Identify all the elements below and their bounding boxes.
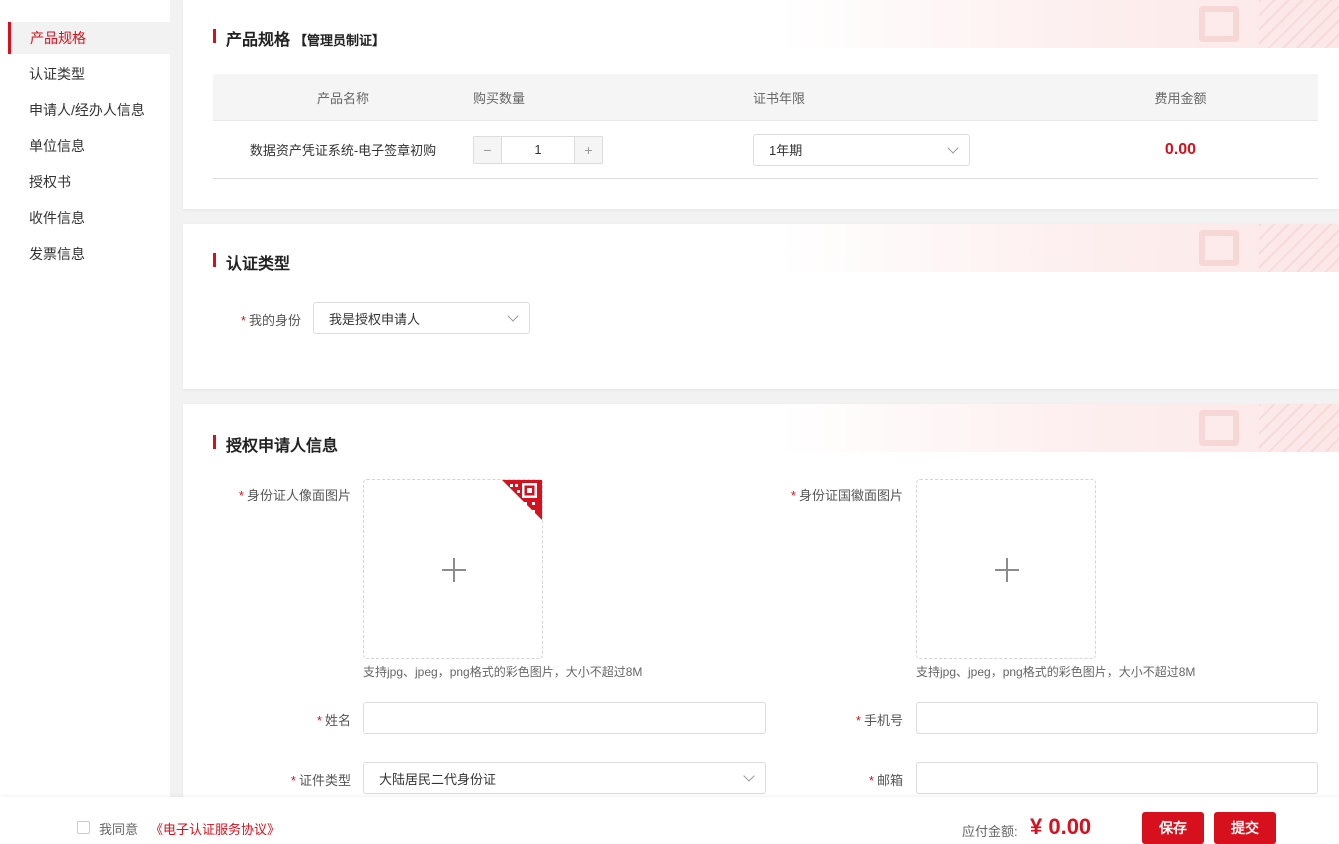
identity-select[interactable]: 我是授权申请人 (313, 302, 530, 334)
submit-button[interactable]: 提交 (1214, 812, 1276, 844)
amount-label: 应付金额: (962, 824, 1018, 839)
id-back-upload[interactable] (916, 479, 1096, 659)
chevron-down-icon (743, 770, 755, 782)
plus-icon-stroke (453, 558, 455, 582)
upload-hint: 支持jpg、jpeg，png格式的彩色图片，大小不超过8M (916, 665, 1196, 679)
id-type-select[interactable]: 大陆居民二代身份证 (363, 762, 766, 794)
plus-icon-stroke (1006, 558, 1008, 582)
chevron-down-icon (947, 141, 959, 154)
email-input[interactable] (916, 762, 1318, 794)
card-decoration (779, 404, 1339, 452)
identity-label-text: 我的身份 (248, 313, 301, 328)
auth-type-card: 认证类型 * 我的身份 我是授权申请人 (183, 224, 1339, 389)
phone-input[interactable] (916, 702, 1318, 734)
required-mark: * (290, 773, 296, 788)
id-back-label: * 身份证国徽面图片 (773, 485, 903, 504)
id-type-label-text: 证件类型 (298, 773, 351, 788)
phone-label-text: 手机号 (863, 713, 903, 728)
email-label: * 邮箱 (833, 770, 903, 789)
sidebar-nav: 产品规格 认证类型 申请人/经办人信息 单位信息 授权书 收件信息 发票信息 (0, 0, 170, 844)
agree-checkbox[interactable] (77, 821, 90, 834)
footer-bar: 我同意 《电子认证服务协议》 应付金额: ¥ 0.00 保存 提交 (0, 797, 1339, 844)
email-label-text: 邮箱 (876, 773, 903, 788)
name-input[interactable] (363, 702, 766, 734)
col-header-period: 证书年限 (753, 90, 806, 106)
col-header-quantity: 购买数量 (473, 90, 526, 106)
sidebar-item-applicant-info[interactable]: 申请人/经办人信息 (0, 94, 170, 130)
id-front-label-text: 身份证人像面图片 (246, 488, 351, 503)
applicant-info-title: 授权申请人信息 (213, 432, 338, 456)
quantity-stepper: − 1 + (473, 135, 603, 164)
increment-button[interactable]: + (574, 136, 602, 163)
card-decoration (779, 224, 1339, 272)
agreement-link[interactable]: 《电子认证服务协议》 (150, 819, 280, 838)
required-mark: * (855, 713, 861, 728)
identity-label: * 我的身份 (233, 310, 301, 329)
chevron-down-icon (507, 310, 519, 322)
period-cell: 1年期 (753, 133, 1043, 166)
period-select[interactable]: 1年期 (753, 133, 970, 166)
phone-label: * 手机号 (833, 710, 903, 729)
section-subtitle: 【管理员制证】 (294, 33, 386, 48)
upload-hint: 支持jpg、jpeg，png格式的彩色图片，大小不超过8M (363, 665, 643, 679)
table-header: 产品名称 购买数量 证书年限 费用金额 (213, 74, 1318, 121)
sidebar-item-unit-info[interactable]: 单位信息 (0, 130, 170, 166)
fee-amount: 0.00 (1164, 140, 1197, 158)
applicant-info-card: 授权申请人信息 * 身份证人像面图片 支持jpg、jpeg，png格式的彩色图片，… (183, 404, 1339, 797)
table-row: 数据资产凭证系统-电子签章初购 − 1 + 1年期 0.00 (213, 121, 1318, 179)
product-spec-title: 产品规格 【管理员制证】 (213, 26, 385, 50)
save-button[interactable]: 保存 (1142, 812, 1204, 844)
required-mark: * (790, 488, 796, 503)
agree-text: 我同意 (99, 822, 139, 837)
section-title-text: 产品规格 (226, 32, 291, 49)
sidebar-item-authorization[interactable]: 授权书 (0, 166, 170, 202)
col-header-fee: 费用金额 (1154, 90, 1207, 106)
quantity-input[interactable]: 1 (502, 137, 574, 163)
identity-select-value: 我是授权申请人 (329, 311, 421, 327)
required-mark: * (868, 773, 874, 788)
required-mark: * (240, 313, 246, 328)
sidebar-item-receiver-info[interactable]: 收件信息 (0, 202, 170, 238)
product-spec-card: 产品规格 【管理员制证】 产品名称 购买数量 证书年限 费用金额 数据资产凭证系统… (183, 0, 1339, 209)
decrement-button[interactable]: − (474, 136, 502, 163)
auth-type-title: 认证类型 (213, 250, 290, 274)
sidebar-item-invoice-info[interactable]: 发票信息 (0, 238, 170, 274)
sidebar-item-auth-type[interactable]: 认证类型 (0, 58, 170, 94)
id-type-label: * 证件类型 (263, 770, 351, 789)
id-front-label: * 身份证人像面图片 (223, 485, 351, 504)
quantity-cell: − 1 + (473, 135, 753, 164)
product-table: 产品名称 购买数量 证书年限 费用金额 数据资产凭证系统-电子签章初购 − 1 … (213, 74, 1318, 179)
id-type-select-value: 大陆居民二代身份证 (379, 771, 497, 787)
qr-code-icon[interactable] (502, 480, 542, 520)
required-mark: * (316, 713, 322, 728)
period-select-value: 1年期 (769, 143, 803, 158)
sidebar-item-product-spec[interactable]: 产品规格 (8, 22, 170, 54)
card-decoration (779, 0, 1339, 48)
name-label-text: 姓名 (324, 713, 351, 728)
product-name-cell: 数据资产凭证系统-电子签章初购 (249, 143, 437, 158)
required-mark: * (238, 488, 244, 503)
total-amount: ¥ 0.00 (1030, 814, 1092, 839)
col-header-product-name: 产品名称 (316, 90, 369, 106)
name-label: * 姓名 (283, 710, 351, 729)
id-back-label-text: 身份证国徽面图片 (798, 488, 903, 503)
id-front-upload[interactable] (363, 479, 543, 659)
